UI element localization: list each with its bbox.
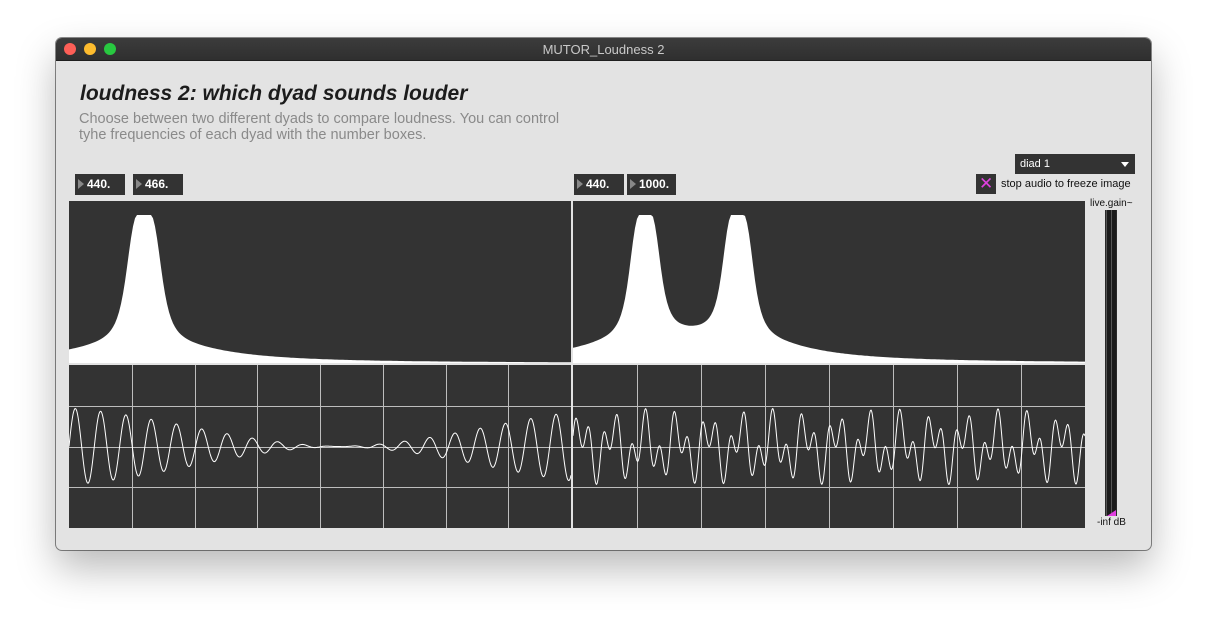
gain-slider-label: live.gain~ — [1090, 198, 1133, 209]
dyad-select-menu[interactable]: diad 1 — [1015, 154, 1135, 174]
page-title: loudness 2: which dyad sounds louder — [80, 82, 468, 105]
freeze-image-toggle[interactable]: ✕ — [976, 174, 996, 194]
title-bar: MUTOR_Loudness 2 — [56, 38, 1151, 61]
gain-slider-handle[interactable] — [1107, 510, 1116, 516]
dyad2-frequency2-number-box[interactable]: 1000. — [627, 174, 676, 195]
description-line-1: Choose between two different dyads to co… — [79, 111, 560, 127]
dyad1-spectrum-plot — [69, 215, 571, 363]
dyad1-oscilloscope — [69, 365, 571, 528]
dyad-select-value: diad 1 — [1020, 158, 1050, 170]
dyad1-spectrum-fill — [69, 215, 571, 363]
dyad2-frequency1-number-box[interactable]: 440. — [574, 174, 624, 195]
chevron-down-icon — [1121, 162, 1129, 167]
gain-meter-right-channel — [1111, 210, 1116, 516]
dyad1-frequency1-number-box[interactable]: 440. — [75, 174, 125, 195]
number-box-arrow-icon — [577, 179, 583, 189]
dyad2-scope-grid — [573, 365, 1085, 528]
dyad2-spectrum-display — [573, 201, 1085, 363]
description-line-2: tyhe frequencies of each dyad with the n… — [79, 127, 427, 143]
gain-value-readout: -inf dB — [1097, 517, 1126, 528]
dyad2-scope-plot — [573, 365, 1085, 528]
dyad1-frequency2-value: 466. — [145, 177, 169, 191]
dyad1-frequency2-number-box[interactable]: 466. — [133, 174, 183, 195]
dyad2-frequency1-value: 440. — [586, 177, 610, 191]
app-window: MUTOR_Loudness 2 loudness 2: which dyad … — [56, 38, 1151, 550]
number-box-arrow-icon — [136, 179, 142, 189]
dyad2-spectrum-fill — [573, 215, 1085, 363]
dyad2-frequency2-value: 1000. — [639, 177, 670, 191]
dyad1-spectrum-display — [69, 201, 571, 363]
freeze-image-label: stop audio to freeze image — [1001, 178, 1131, 190]
dyad1-scope-plot — [69, 365, 571, 528]
number-box-arrow-icon — [630, 179, 636, 189]
dyad2-oscilloscope — [573, 365, 1085, 528]
close-icon: ✕ — [979, 174, 994, 193]
window-title: MUTOR_Loudness 2 — [542, 42, 665, 57]
dyad1-frequency1-value: 440. — [87, 177, 111, 191]
page-description: Choose between two different dyads to co… — [79, 111, 639, 143]
number-box-arrow-icon — [78, 179, 84, 189]
dyad2-spectrum-plot — [573, 215, 1085, 363]
gain-slider[interactable] — [1105, 210, 1117, 516]
